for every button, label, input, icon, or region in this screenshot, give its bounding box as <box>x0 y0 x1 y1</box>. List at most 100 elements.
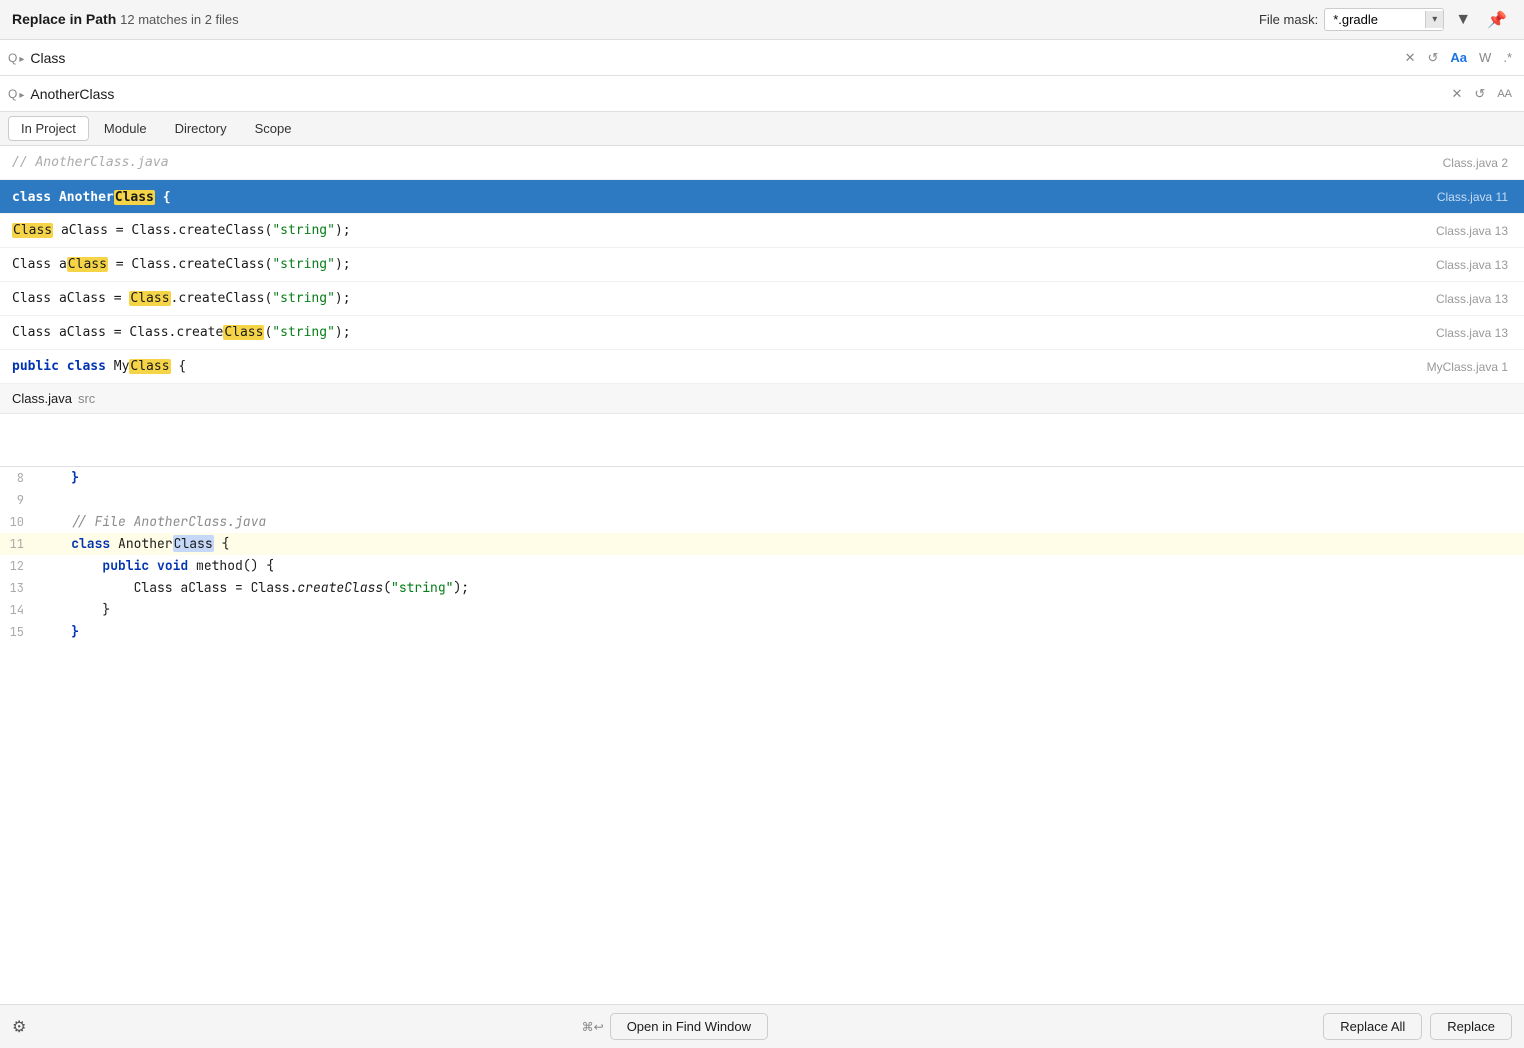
code-line-9: 9 <box>0 489 1524 511</box>
hl-4: Class <box>223 325 264 340</box>
result-row-4[interactable]: Class aClass = Class.createClass("string… <box>0 316 1524 350</box>
file-mask-input-group: ▾ <box>1324 8 1444 31</box>
result-row-3[interactable]: Class aClass = Class.createClass("string… <box>0 282 1524 316</box>
hl-3: Class <box>129 291 170 306</box>
line-num-13: 13 <box>0 580 40 596</box>
replace-icon-label: Q ▸ <box>8 87 24 101</box>
tab-module[interactable]: Module <box>91 116 160 141</box>
line-content-10: // File AnotherClass.java <box>40 513 266 530</box>
pin-icon-btn[interactable]: 📌 <box>1482 7 1512 33</box>
line-num-14: 14 <box>0 602 40 618</box>
result-row-1[interactable]: Class aClass = Class.createClass("string… <box>0 214 1524 248</box>
result-row-2[interactable]: Class aClass = Class.createClass("string… <box>0 248 1524 282</box>
line-content-12: public void method() { <box>40 557 274 574</box>
line-content-15: } <box>40 623 79 640</box>
file-mask-label: File mask: <box>1259 12 1318 27</box>
result-code-3: Class aClass = Class.createClass("string… <box>12 291 1424 306</box>
code-text-pre: class Another <box>12 190 114 205</box>
tabs-row: In Project Module Directory Scope <box>0 112 1524 146</box>
tab-directory[interactable]: Directory <box>162 116 240 141</box>
match-case-btn[interactable]: Aa <box>1446 48 1471 67</box>
code-text-post: { <box>155 190 171 205</box>
match-count: 12 matches in 2 files <box>120 12 239 27</box>
line-num-10: 10 <box>0 514 40 530</box>
filter-icon-btn[interactable]: ▼ <box>1450 8 1476 32</box>
filter-icon: ▼ <box>1455 11 1471 28</box>
hl-2: Class <box>67 257 108 272</box>
find-arrow-icon: ▸ <box>19 54 24 65</box>
open-in-find-window-btn[interactable]: Open in Find Window <box>610 1013 768 1040</box>
hl-myclass: Class <box>129 359 170 374</box>
replace-search-icon: Q <box>8 87 17 101</box>
result-code-4: Class aClass = Class.createClass("string… <box>12 325 1424 340</box>
replace-actions: ✕ ↺ AA <box>1448 84 1517 104</box>
result-code-myclass: public class MyClass { <box>12 359 1415 374</box>
line-content-8: } <box>40 469 79 486</box>
code-line-12: 12 public void method() { <box>0 555 1524 577</box>
replace-arrow-icon: ▸ <box>19 90 24 101</box>
line-num-9: 9 <box>0 492 40 508</box>
code-line-10: 10 // File AnotherClass.java <box>0 511 1524 533</box>
line-num-8: 8 <box>0 470 40 486</box>
title-text: Replace in Path <box>12 11 116 27</box>
code-line-11: 11 class AnotherClass { <box>0 533 1524 555</box>
gear-icon[interactable]: ⚙ <box>12 1017 26 1037</box>
find-icon-label: Q ▸ <box>8 51 24 65</box>
code-line-13: 13 Class aClass = Class.createClass("str… <box>0 577 1524 599</box>
replace-input[interactable] <box>30 86 1447 102</box>
file-ref-2: Class.java 13 <box>1436 258 1508 272</box>
file-ref-4: Class.java 13 <box>1436 326 1508 340</box>
file-group-path: src <box>78 391 95 406</box>
code-area: 8 } 9 10 // File AnotherClass.java 11 cl… <box>0 467 1524 643</box>
replace-history-icon[interactable]: ↺ <box>1470 84 1489 104</box>
result-code-2: Class aClass = Class.createClass("string… <box>12 257 1424 272</box>
line-num-12: 12 <box>0 558 40 574</box>
file-ref-1: Class.java 13 <box>1436 224 1508 238</box>
result-row-comment[interactable]: // AnotherClass.java Class.java 2 <box>0 146 1524 180</box>
header-title: Replace in Path 12 matches in 2 files <box>12 11 239 29</box>
tab-in-project[interactable]: In Project <box>8 116 89 141</box>
footer-bar: ⚙ ⌘↩ Open in Find Window Replace All Rep… <box>0 1004 1524 1048</box>
results-area: // AnotherClass.java Class.java 2 class … <box>0 146 1524 466</box>
file-mask-field[interactable] <box>1325 9 1425 30</box>
replace-all-btn[interactable]: Replace All <box>1323 1013 1422 1040</box>
header-right: File mask: ▾ ▼ 📌 <box>1259 7 1512 33</box>
code-line-14: 14 } <box>0 599 1524 621</box>
result-row-myclass[interactable]: public class MyClass { MyClass.java 1 <box>0 350 1524 384</box>
find-search-icon: Q <box>8 51 17 65</box>
file-group-name: Class.java <box>12 391 72 406</box>
find-clear-icon[interactable]: ✕ <box>1401 48 1420 68</box>
file-ref-3: Class.java 13 <box>1436 292 1508 306</box>
result-row-selected[interactable]: class AnotherClass { Class.java 11 <box>0 180 1524 214</box>
line-num-15: 15 <box>0 624 40 640</box>
footer-right: Replace All Replace <box>1323 1013 1512 1040</box>
shortcut-label: ⌘↩ <box>582 1020 604 1034</box>
line-content-9 <box>40 491 48 508</box>
footer-center: ⌘↩ Open in Find Window <box>582 1013 768 1040</box>
line-content-13: Class aClass = Class.createClass("string… <box>40 579 469 596</box>
footer-left: ⚙ <box>12 1017 26 1037</box>
file-ref-selected: Class.java 11 <box>1437 190 1508 204</box>
find-row: Q ▸ ✕ ↺ Aa W .* <box>0 40 1524 76</box>
code-line-8: 8 } <box>0 467 1524 489</box>
replace-clear-icon[interactable]: ✕ <box>1448 84 1467 104</box>
hl-1-1: Class <box>12 223 53 238</box>
replace-btn[interactable]: Replace <box>1430 1013 1512 1040</box>
line-content-11: class AnotherClass { <box>40 535 229 552</box>
code-highlight-class: Class <box>114 190 155 205</box>
result-code-1: Class aClass = Class.createClass("string… <box>12 223 1424 238</box>
header-bar: Replace in Path 12 matches in 2 files Fi… <box>0 0 1524 40</box>
find-input[interactable] <box>30 50 1400 66</box>
code-line-15: 15 } <box>0 621 1524 643</box>
tab-scope[interactable]: Scope <box>242 116 305 141</box>
regex-btn[interactable]: .* <box>1499 48 1516 67</box>
pin-icon: 📌 <box>1487 12 1507 29</box>
file-mask-dropdown[interactable]: ▾ <box>1425 11 1443 28</box>
file-ref-comment: Class.java 2 <box>1443 156 1508 170</box>
result-code-comment: // AnotherClass.java <box>12 155 1431 170</box>
find-history-icon[interactable]: ↺ <box>1424 48 1443 68</box>
replace-row: Q ▸ ✕ ↺ AA <box>0 76 1524 112</box>
replace-aa-btn[interactable]: AA <box>1493 86 1516 102</box>
whole-words-btn[interactable]: W <box>1475 48 1495 67</box>
file-group-row: Class.java src <box>0 384 1524 414</box>
